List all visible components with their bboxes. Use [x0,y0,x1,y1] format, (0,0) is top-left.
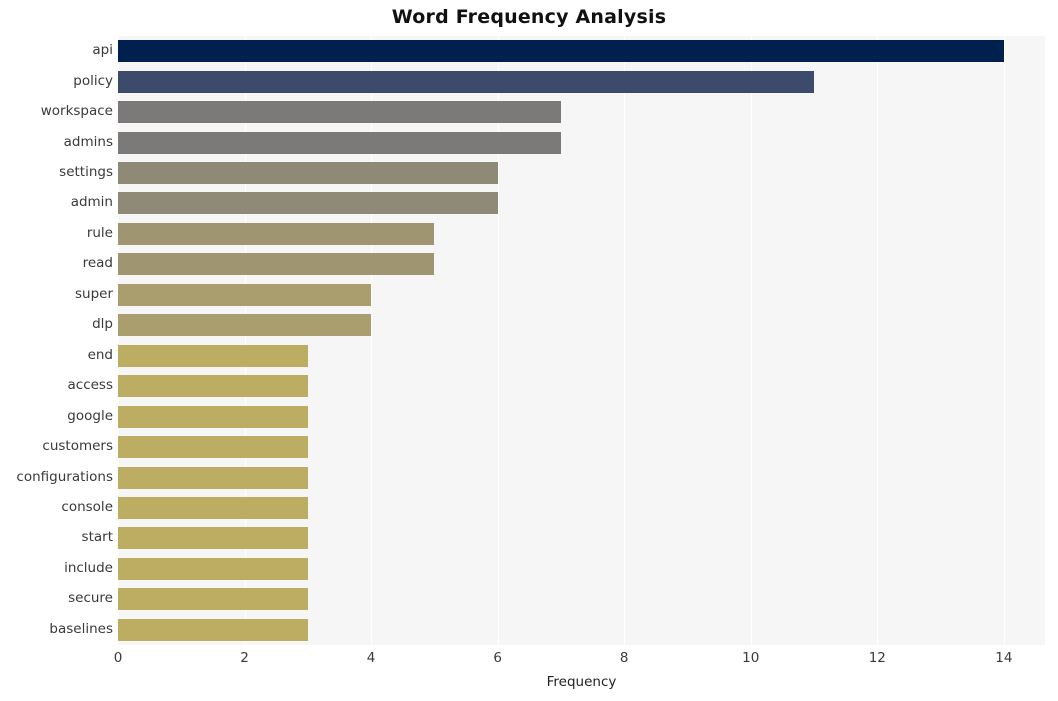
bar[interactable] [118,527,308,550]
bar[interactable] [118,162,498,185]
bar[interactable] [118,375,308,398]
y-axis-tick-label: settings [59,164,113,181]
y-axis-tick-label: read [82,255,113,272]
bar[interactable] [118,70,815,93]
x-axis-tick-label: 8 [619,650,629,666]
bar[interactable] [118,192,498,215]
x-axis-tick-label: 6 [493,650,502,666]
chart-title: Word Frequency Analysis [391,6,667,28]
bar[interactable] [118,283,372,306]
bar[interactable] [118,253,435,276]
y-axis-tick-label: console [61,498,113,515]
x-axis-tick-label: 2 [240,650,249,666]
y-axis-tick-label: end [87,346,113,363]
bar[interactable] [118,557,308,580]
x-axis-tick-label: 4 [366,650,376,666]
bar[interactable] [118,344,308,367]
y-axis-tick-label: google [67,407,113,424]
bar[interactable] [118,588,308,611]
y-axis-tick-label: super [74,285,113,302]
x-axis-tick-label: 10 [742,650,760,666]
bar[interactable] [118,436,308,459]
y-axis-tick-label: secure [68,590,113,607]
y-axis-tick-label: admin [70,194,113,211]
x-axis-tick-labels: 0 2 4 6 8 10 12 14 [0,650,1058,672]
y-axis-tick-label: configurations [16,468,113,485]
y-axis-tick-label: workspace [40,103,113,120]
y-axis-tick-label: policy [73,72,113,89]
bars-container [118,36,1045,645]
y-axis-tick-label: admins [63,133,113,150]
y-axis-tick-label: rule [86,224,113,241]
y-axis-tick-label: baselines [49,620,113,637]
x-axis-label: Frequency [546,674,617,690]
y-axis-tick-label: start [81,529,113,546]
plot-area [118,36,1045,645]
bar[interactable] [118,314,372,337]
bar[interactable] [118,101,561,124]
bar[interactable] [118,496,308,519]
word-frequency-chart-figure: Word Frequency Analysis api policy workspa… [0,0,1058,701]
bar[interactable] [118,40,1004,63]
y-axis-tick-label: include [64,559,113,576]
bar[interactable] [118,466,308,489]
y-axis-tick-label: dlp [92,316,113,333]
y-axis-tick-label: customers [42,438,113,455]
y-axis-tick-label: api [92,42,113,59]
bar[interactable] [118,131,561,154]
y-axis-tick-labels: api policy workspace admins settings admin rul… [0,36,113,645]
bar[interactable] [118,222,435,245]
x-axis-tick-label: 14 [995,650,1013,666]
x-axis-tick-label: 12 [868,650,886,666]
bar[interactable] [118,405,308,428]
x-axis-tick-label: 0 [113,650,123,666]
y-axis-tick-label: access [67,377,114,394]
bar[interactable] [118,618,308,641]
